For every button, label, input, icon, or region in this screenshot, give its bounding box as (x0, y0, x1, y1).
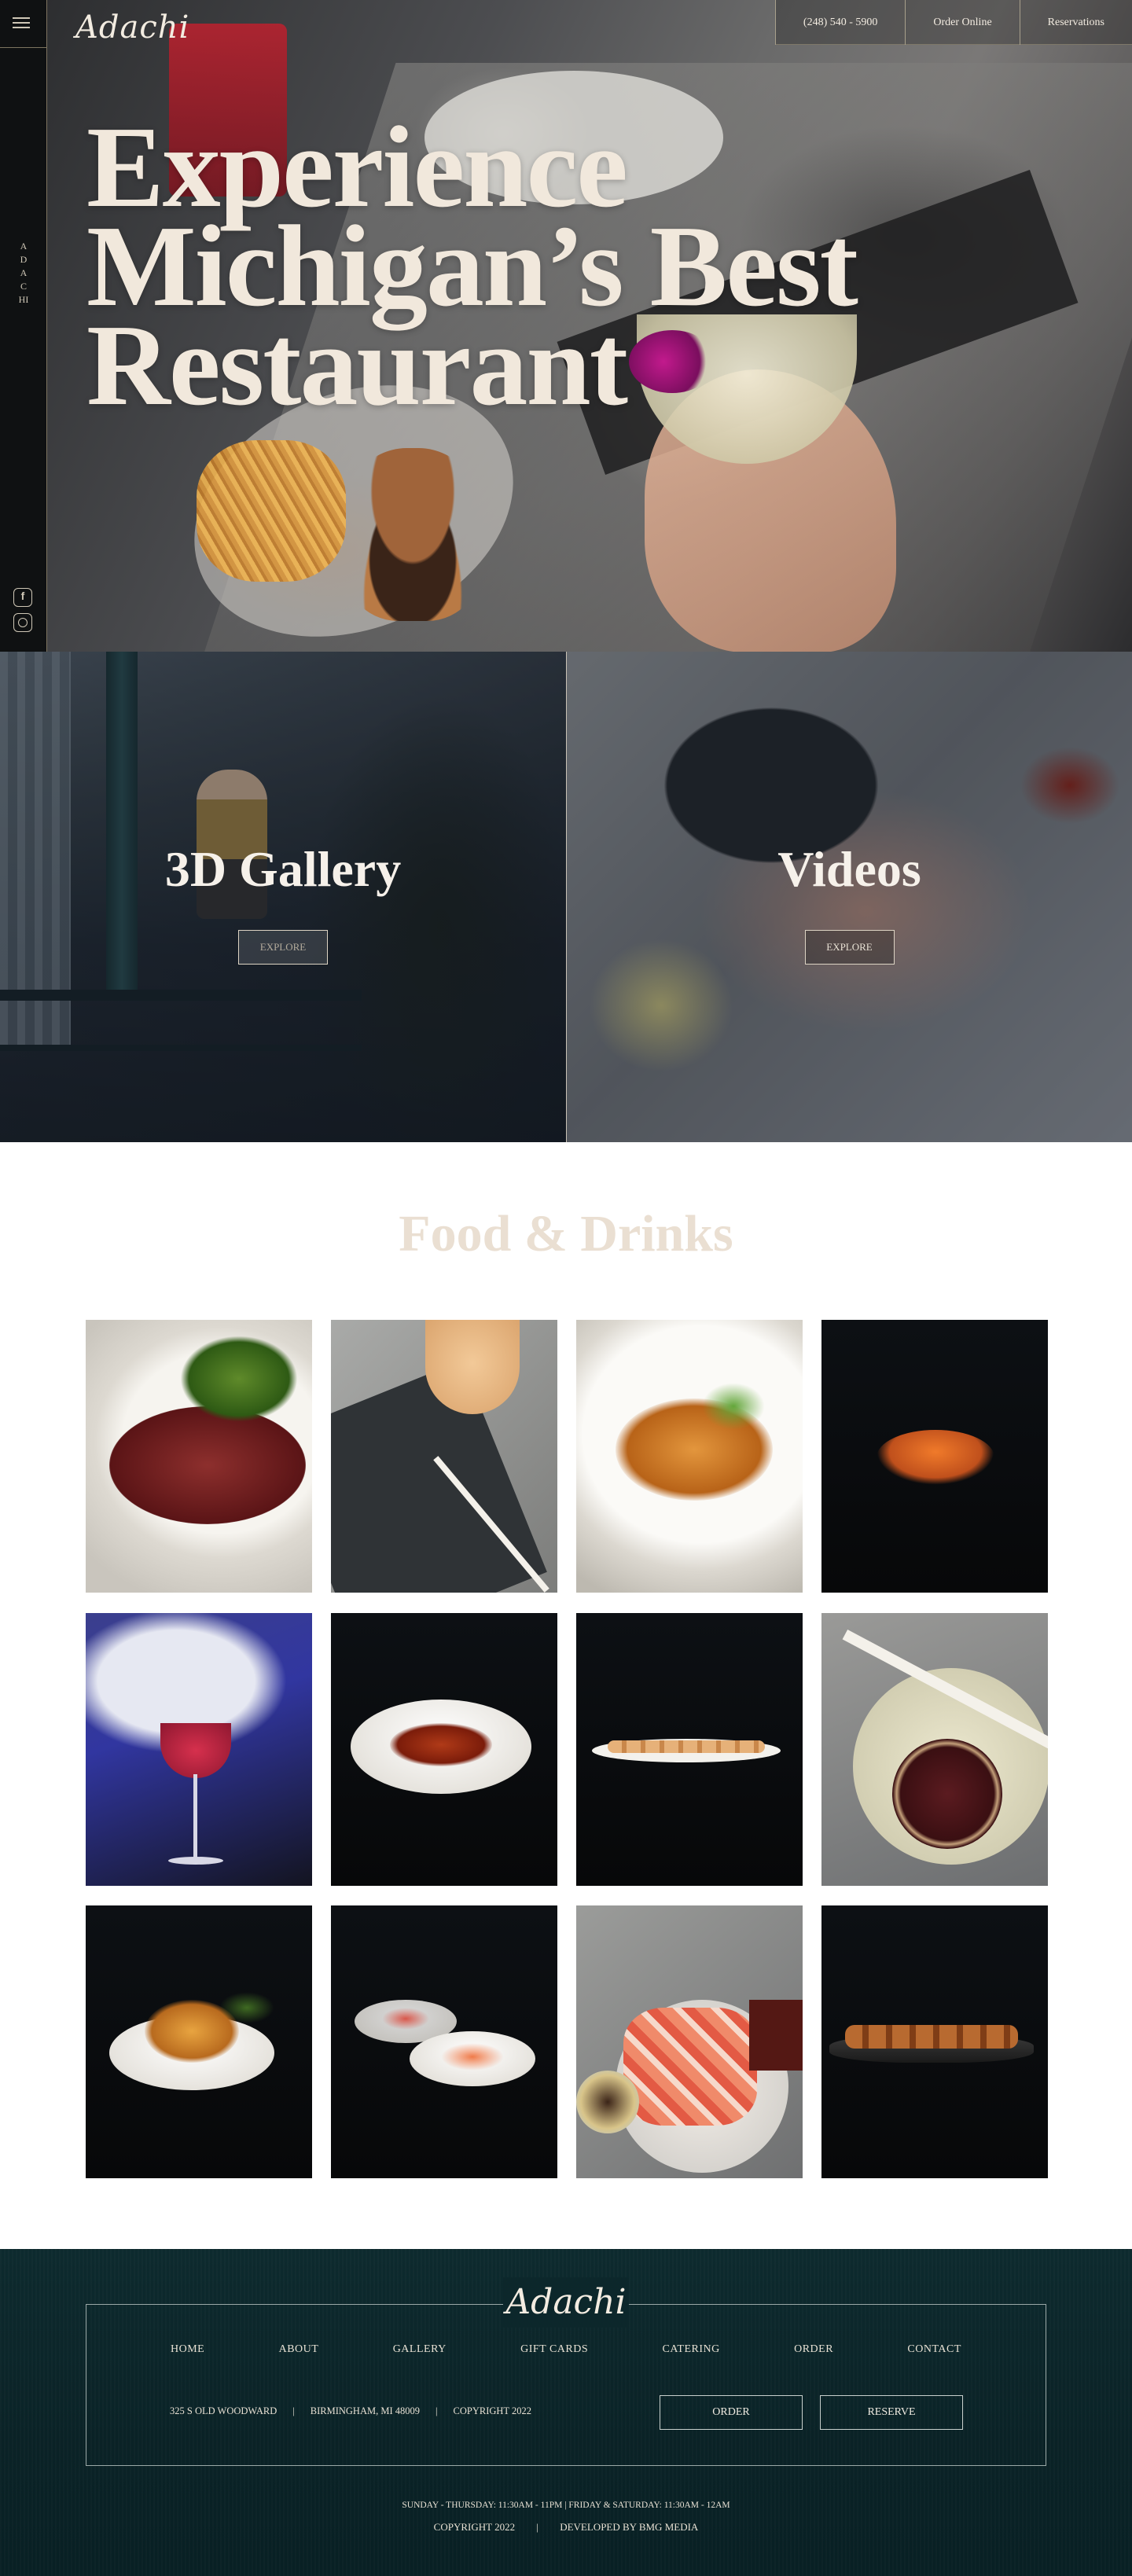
footer-hours: SUNDAY - THURSDAY: 11:30AM - 11PM | FRID… (402, 2501, 730, 2510)
top-navigation: (248) 540 - 5900 Order Online Reservatio… (774, 0, 1132, 45)
instagram-icon[interactable] (13, 613, 32, 632)
food-tile-nigiri-plate[interactable] (576, 1613, 803, 1886)
footer-nav-contact[interactable]: CONTACT (907, 2343, 961, 2356)
food-tile-crudo[interactable] (576, 1320, 803, 1593)
food-drinks-title: Food & Drinks (399, 1205, 733, 1262)
food-tile-shrimp-bowl[interactable] (86, 1905, 312, 2178)
order-online-link[interactable]: Order Online (905, 0, 1020, 45)
footer-order-button[interactable]: ORDER (660, 2395, 803, 2430)
gallery-explore-button[interactable]: EXPLORE (238, 930, 328, 965)
footer-nav-gallery[interactable]: GALLERY (393, 2343, 447, 2356)
phone-link[interactable]: (248) 540 - 5900 (774, 0, 906, 45)
footer-city: BIRMINGHAM, MI 48009 (310, 2405, 420, 2416)
footer-nav-about[interactable]: ABOUT (279, 2343, 319, 2356)
gallery-panel-title: 3D Gallery (164, 841, 402, 897)
footer-credits-separator: | (536, 2521, 538, 2533)
hero-burger (338, 448, 487, 621)
food-tile-plated-fish[interactable] (331, 1613, 557, 1886)
facebook-icon[interactable]: f (13, 588, 32, 607)
site-footer: Adachi HOME ABOUT GALLERY GIFT CARDS CAT… (0, 2249, 1132, 2576)
footer-info: 325 S OLD WOODWARD | BIRMINGHAM, MI 4800… (170, 2405, 531, 2417)
hero-heading: Experience Michigan’s Best Restaurant (86, 109, 858, 424)
food-tile-steak[interactable] (86, 1320, 312, 1593)
gallery-lamp-post (106, 652, 138, 990)
vertical-brand-text: ADACHI (18, 241, 29, 305)
food-tile-sashimi-plates[interactable] (331, 1905, 557, 2178)
side-rail-divider (0, 47, 47, 48)
footer-copyright-line: COPYRIGHT 2022 (433, 2521, 516, 2533)
reservations-link[interactable]: Reservations (1019, 0, 1132, 45)
footer-address: 325 S OLD WOODWARD (170, 2405, 277, 2416)
footer-nav-catering[interactable]: CATERING (663, 2343, 720, 2356)
food-tile-cocktail-menu[interactable] (331, 1320, 557, 1593)
footer-copyright: COPYRIGHT 2022 (453, 2405, 531, 2416)
hero-fries (197, 440, 346, 582)
menu-icon[interactable] (13, 17, 30, 28)
side-rail: ADACHI f (0, 0, 47, 652)
food-tile-skewers[interactable] (821, 1905, 1048, 2178)
food-tile-smoke-cocktail[interactable] (86, 1613, 312, 1886)
footer-navigation: HOME ABOUT GALLERY GIFT CARDS CATERING O… (86, 2343, 1046, 2356)
footer-credits: COPYRIGHT 2022 | DEVELOPED BY BMG MEDIA (0, 2521, 1132, 2534)
footer-separator: | (436, 2405, 438, 2416)
footer-logo[interactable]: Adachi (503, 2277, 629, 2328)
hero-section: Experience Michigan’s Best Restaurant Ad… (0, 0, 1132, 652)
footer-separator: | (292, 2405, 295, 2416)
gallery-railing-lower (0, 1045, 362, 1051)
footer-nav-gift-cards[interactable]: GIFT CARDS (520, 2343, 588, 2356)
panel-divider (566, 652, 567, 1142)
footer-frame (86, 2304, 1046, 2466)
gallery-panel[interactable]: 3D Gallery EXPLORE (0, 652, 566, 1142)
videos-panel[interactable]: Videos EXPLORE (567, 652, 1132, 1142)
food-tile-sashimi-platter[interactable] (576, 1905, 803, 2178)
gallery-railing (0, 990, 362, 1001)
food-tile-grapefruit-cocktail[interactable] (821, 1613, 1048, 1886)
videos-panel-title: Videos (777, 841, 921, 897)
footer-nav-order[interactable]: ORDER (794, 2343, 833, 2356)
footer-nav-home[interactable]: HOME (171, 2343, 204, 2356)
footer-developer-link[interactable]: DEVELOPED BY BMG MEDIA (560, 2521, 698, 2533)
videos-explore-button[interactable]: EXPLORE (804, 930, 895, 965)
site-logo[interactable]: Adachi (75, 9, 189, 46)
food-tile-uni[interactable] (821, 1320, 1048, 1593)
footer-reserve-button[interactable]: RESERVE (820, 2395, 963, 2430)
